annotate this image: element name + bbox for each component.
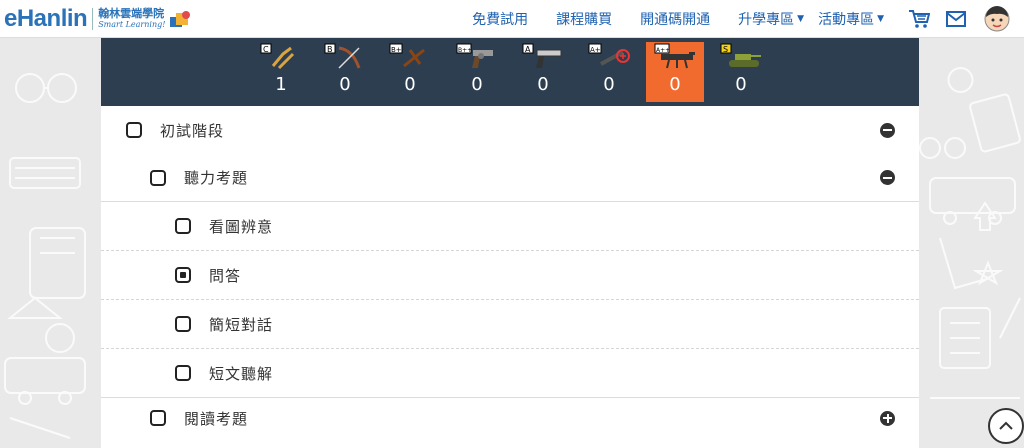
weapon-slot-a-plus-plus[interactable]: A++ 0 <box>646 42 704 102</box>
tree-label: 短文聽解 <box>209 364 274 383</box>
logo-divider <box>92 7 94 30</box>
rifle-icon: A+ <box>588 43 630 66</box>
weapon-count: 0 <box>669 74 681 95</box>
nav-events-zone[interactable]: 活動專區 ▼ <box>818 9 884 29</box>
tree-row-initial-stage[interactable]: 初試階段 <box>101 106 919 154</box>
tree-label: 問答 <box>209 266 242 285</box>
svg-text:B++: B++ <box>458 47 472 54</box>
weapon-slot-a[interactable]: A 0 <box>514 42 572 102</box>
weapon-slot-s[interactable]: S 0 <box>712 42 770 102</box>
checkbox[interactable] <box>175 218 191 234</box>
exam-category-tree: 初試階段 聽力考題 看圖辨意 問答 簡短對話 短文聽解 閱讀考題 <box>101 106 919 448</box>
svg-text:B: B <box>327 45 333 54</box>
caret-down-icon: ▼ <box>877 14 884 24</box>
weapon-slot-b-plus[interactable]: B+ 0 <box>381 42 439 102</box>
logo-subtitle: 翰林雲端學院 Smart Learning! <box>98 8 165 29</box>
pistol-icon: A <box>522 43 562 68</box>
svg-text:A++: A++ <box>656 47 670 54</box>
crossbow-icon: B+ <box>389 43 425 68</box>
checkbox[interactable] <box>150 169 166 186</box>
weapon-rewards-bar: C 1 B 0 B+ 0 B++ 0 A 0 A+ 0 A++ 0 S 0 <box>101 38 919 106</box>
weapon-slot-b-plus-plus[interactable]: B++ 0 <box>448 42 506 102</box>
svg-text:B+: B+ <box>391 46 402 54</box>
tree-row-short-passage[interactable]: 短文聽解 <box>101 349 919 397</box>
tree-row-qa[interactable]: 問答 <box>101 251 919 299</box>
tree-label: 簡短對話 <box>209 315 274 334</box>
revolver-icon: B++ <box>456 43 493 68</box>
logo-slogan: Smart Learning! <box>98 20 166 29</box>
slingshot-icon: C <box>260 43 295 70</box>
checkbox[interactable] <box>175 316 191 332</box>
chevron-up-icon <box>999 421 1013 430</box>
tank-icon: S <box>720 43 761 67</box>
nav-label: 課程購買 <box>556 12 613 28</box>
tree-label: 看圖辨意 <box>209 217 274 236</box>
tree-row-listening[interactable]: 聽力考題 <box>101 154 919 201</box>
checkbox[interactable] <box>175 267 191 283</box>
nav-label: 免費試用 <box>472 12 529 28</box>
weapon-slot-c[interactable]: C 1 <box>252 42 310 102</box>
weapon-slot-a-plus[interactable]: A+ 0 <box>580 42 638 102</box>
checkbox[interactable] <box>150 410 166 426</box>
top-header: eHanlin 翰林雲端學院 Smart Learning! 免費試用 課程購買… <box>0 0 1024 38</box>
checkbox[interactable] <box>175 365 191 381</box>
nav-activation-code[interactable]: 開通碼開通 <box>640 9 710 29</box>
bow-icon: B <box>324 43 361 69</box>
collapse-icon[interactable] <box>880 170 895 185</box>
tree-label: 初試階段 <box>160 121 225 140</box>
nav-label: 升學專區 <box>738 12 795 28</box>
nav-purchase-course[interactable]: 課程購買 <box>556 9 612 29</box>
svg-text:C: C <box>263 45 269 54</box>
checkbox[interactable] <box>126 122 142 138</box>
logo-text: eHanlin <box>4 4 88 32</box>
tree-row-short-dialogue[interactable]: 簡短對話 <box>101 300 919 348</box>
collapse-icon[interactable] <box>880 122 895 138</box>
weapon-count: 0 <box>735 74 747 95</box>
tree-row-reading[interactable]: 閱讀考題 <box>101 398 919 438</box>
weapon-count: 1 <box>275 74 287 95</box>
nav-admission-zone[interactable]: 升學專區 ▼ <box>738 9 804 29</box>
weapon-count: 0 <box>537 74 549 95</box>
logo-chinese-name: 翰林雲端學院 <box>98 7 165 20</box>
nav-free-trial[interactable]: 免費試用 <box>472 9 528 29</box>
weapon-slot-b[interactable]: B 0 <box>316 42 374 102</box>
machine-gun-icon: A++ <box>654 43 695 69</box>
nav-label: 活動專區 <box>818 12 875 28</box>
tree-row-picture-recognition[interactable]: 看圖辨意 <box>101 202 919 250</box>
weapon-count: 0 <box>471 74 483 95</box>
cart-icon[interactable] <box>908 9 930 29</box>
main-nav: 免費試用 課程購買 開通碼開通 升學專區 ▼ 活動專區 ▼ <box>472 0 1024 38</box>
mascot-icon <box>170 10 191 27</box>
avatar[interactable] <box>984 6 1010 32</box>
scroll-top-button[interactable] <box>988 408 1024 444</box>
caret-down-icon: ▼ <box>797 14 805 24</box>
expand-icon[interactable] <box>880 410 895 426</box>
nav-label: 開通碼開通 <box>640 12 711 28</box>
svg-text:A: A <box>525 45 531 54</box>
weapon-count: 0 <box>404 74 416 95</box>
svg-text:A+: A+ <box>590 46 601 54</box>
tree-label: 閱讀考題 <box>184 409 249 428</box>
mail-icon[interactable] <box>946 11 966 27</box>
weapon-count: 0 <box>603 74 615 95</box>
ehanlin-logo[interactable]: eHanlin 翰林雲端學院 Smart Learning! <box>4 0 192 38</box>
svg-text:S: S <box>723 45 728 54</box>
tree-label: 聽力考題 <box>184 169 249 187</box>
weapon-count: 0 <box>339 74 351 95</box>
